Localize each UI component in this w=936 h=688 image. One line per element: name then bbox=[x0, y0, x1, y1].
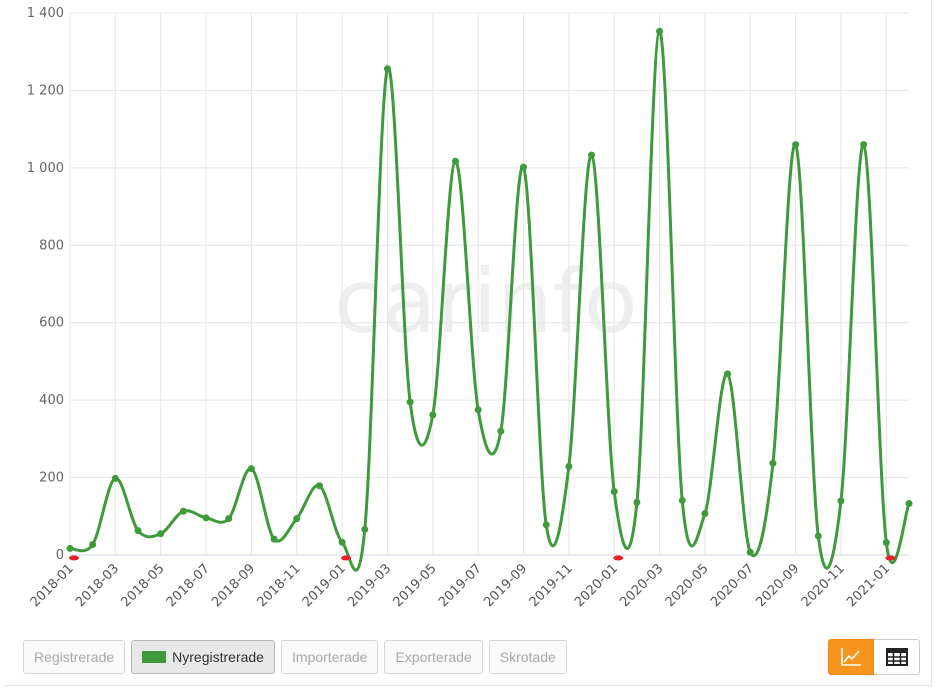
zero-markers bbox=[69, 555, 896, 561]
data-point bbox=[361, 525, 369, 533]
y-axis-ticks: 0 200 400 600 800 1 000 1 200 1 400 bbox=[27, 6, 64, 563]
y-tick-label: 1 400 bbox=[27, 6, 64, 21]
line-chart: carinfo 0 200 400 600 800 1 000 1 200 1 400 201… bbox=[27, 6, 913, 610]
x-tick-label: 2019-09 bbox=[481, 561, 530, 610]
data-point bbox=[814, 532, 822, 540]
data-point bbox=[837, 497, 845, 505]
data-point bbox=[179, 507, 187, 515]
data-point bbox=[701, 510, 709, 518]
x-tick-label: 2019-07 bbox=[436, 561, 485, 610]
data-point bbox=[656, 27, 664, 35]
x-tick-label: 2021-01 bbox=[844, 561, 893, 610]
data-point bbox=[678, 496, 686, 504]
data-point bbox=[383, 65, 391, 73]
legend-label: Skrotade bbox=[499, 649, 556, 665]
x-tick-label: 2020-09 bbox=[753, 561, 802, 610]
y-tick-label: 400 bbox=[39, 393, 64, 408]
legend-label: Importerade bbox=[291, 649, 368, 665]
legend-label: Nyregistrerade bbox=[172, 649, 264, 665]
legend-button-skrotade[interactable]: Skrotade bbox=[488, 640, 567, 674]
y-tick-label: 800 bbox=[39, 238, 64, 253]
data-point bbox=[429, 411, 437, 419]
table-icon bbox=[885, 648, 908, 666]
data-point bbox=[633, 498, 641, 506]
data-point bbox=[225, 515, 233, 523]
x-tick-label: 2018-07 bbox=[164, 561, 213, 610]
data-point bbox=[542, 521, 550, 529]
year-marker bbox=[341, 555, 352, 561]
data-point bbox=[724, 370, 732, 378]
data-point bbox=[111, 474, 119, 482]
data-point bbox=[497, 427, 505, 435]
x-tick-label: 2019-05 bbox=[391, 561, 440, 610]
data-point bbox=[769, 459, 777, 467]
y-tick-label: 200 bbox=[39, 471, 64, 486]
x-tick-label: 2018-03 bbox=[73, 561, 122, 610]
y-tick-label: 0 bbox=[56, 548, 64, 563]
x-tick-label: 2020-07 bbox=[708, 561, 757, 610]
data-point bbox=[610, 488, 618, 496]
data-point bbox=[882, 539, 890, 547]
data-point bbox=[451, 157, 459, 165]
data-point bbox=[315, 482, 323, 490]
x-tick-label: 2018-11 bbox=[255, 561, 304, 610]
legend-button-exporterade[interactable]: Exporterade bbox=[384, 640, 483, 674]
y-tick-label: 1 000 bbox=[27, 161, 64, 176]
x-tick-label: 2020-03 bbox=[617, 561, 666, 610]
data-point bbox=[905, 500, 913, 508]
watermark-text: carinfo bbox=[334, 250, 638, 353]
data-point bbox=[247, 465, 255, 473]
y-tick-label: 600 bbox=[39, 316, 64, 331]
legend-swatch bbox=[142, 651, 167, 663]
chart-panel: carinfo 0 200 400 600 800 1 000 1 200 1 400 201… bbox=[4, 0, 932, 686]
data-point bbox=[134, 527, 142, 535]
x-tick-label: 2020-05 bbox=[663, 561, 712, 610]
legend-label: Exporterade bbox=[395, 649, 472, 665]
data-point bbox=[338, 538, 346, 546]
data-point bbox=[66, 544, 74, 552]
data-point bbox=[270, 535, 278, 543]
data-point bbox=[202, 514, 210, 522]
data-point bbox=[746, 548, 754, 556]
x-tick-label: 2020-11 bbox=[799, 561, 848, 610]
data-point bbox=[520, 163, 528, 171]
x-axis-ticks: 2018-012018-032018-052018-072018-092018-… bbox=[28, 561, 893, 610]
x-tick-label: 2018-05 bbox=[119, 561, 168, 610]
data-point bbox=[588, 151, 596, 159]
year-marker bbox=[885, 555, 896, 561]
legend: Registrerade Nyregistrerade Importerade … bbox=[23, 640, 567, 674]
data-point bbox=[406, 398, 414, 406]
legend-label: Registrerade bbox=[34, 649, 115, 665]
x-tick-label: 2019-11 bbox=[527, 561, 576, 610]
x-tick-label: 2019-01 bbox=[300, 561, 349, 610]
legend-button-registrerade[interactable]: Registrerade bbox=[23, 640, 126, 674]
legend-button-importerade[interactable]: Importerade bbox=[280, 640, 379, 674]
year-marker bbox=[613, 555, 624, 561]
year-marker bbox=[69, 555, 79, 561]
data-point bbox=[474, 406, 482, 414]
legend-button-nyregistrerade[interactable]: Nyregistrerade bbox=[131, 640, 275, 674]
view-toggle bbox=[828, 639, 920, 675]
y-tick-label: 1 200 bbox=[27, 83, 64, 98]
data-point bbox=[89, 541, 97, 549]
data-point bbox=[565, 462, 573, 470]
data-point bbox=[157, 530, 165, 538]
table-view-button[interactable] bbox=[874, 639, 920, 675]
data-point bbox=[293, 515, 301, 523]
data-point bbox=[860, 141, 868, 149]
x-tick-label: 2018-09 bbox=[209, 561, 258, 610]
line-chart-icon bbox=[841, 648, 861, 666]
chart-view-button[interactable] bbox=[828, 639, 874, 675]
x-tick-label: 2020-01 bbox=[572, 561, 621, 610]
data-point bbox=[792, 141, 800, 149]
x-tick-label: 2018-01 bbox=[28, 561, 77, 610]
